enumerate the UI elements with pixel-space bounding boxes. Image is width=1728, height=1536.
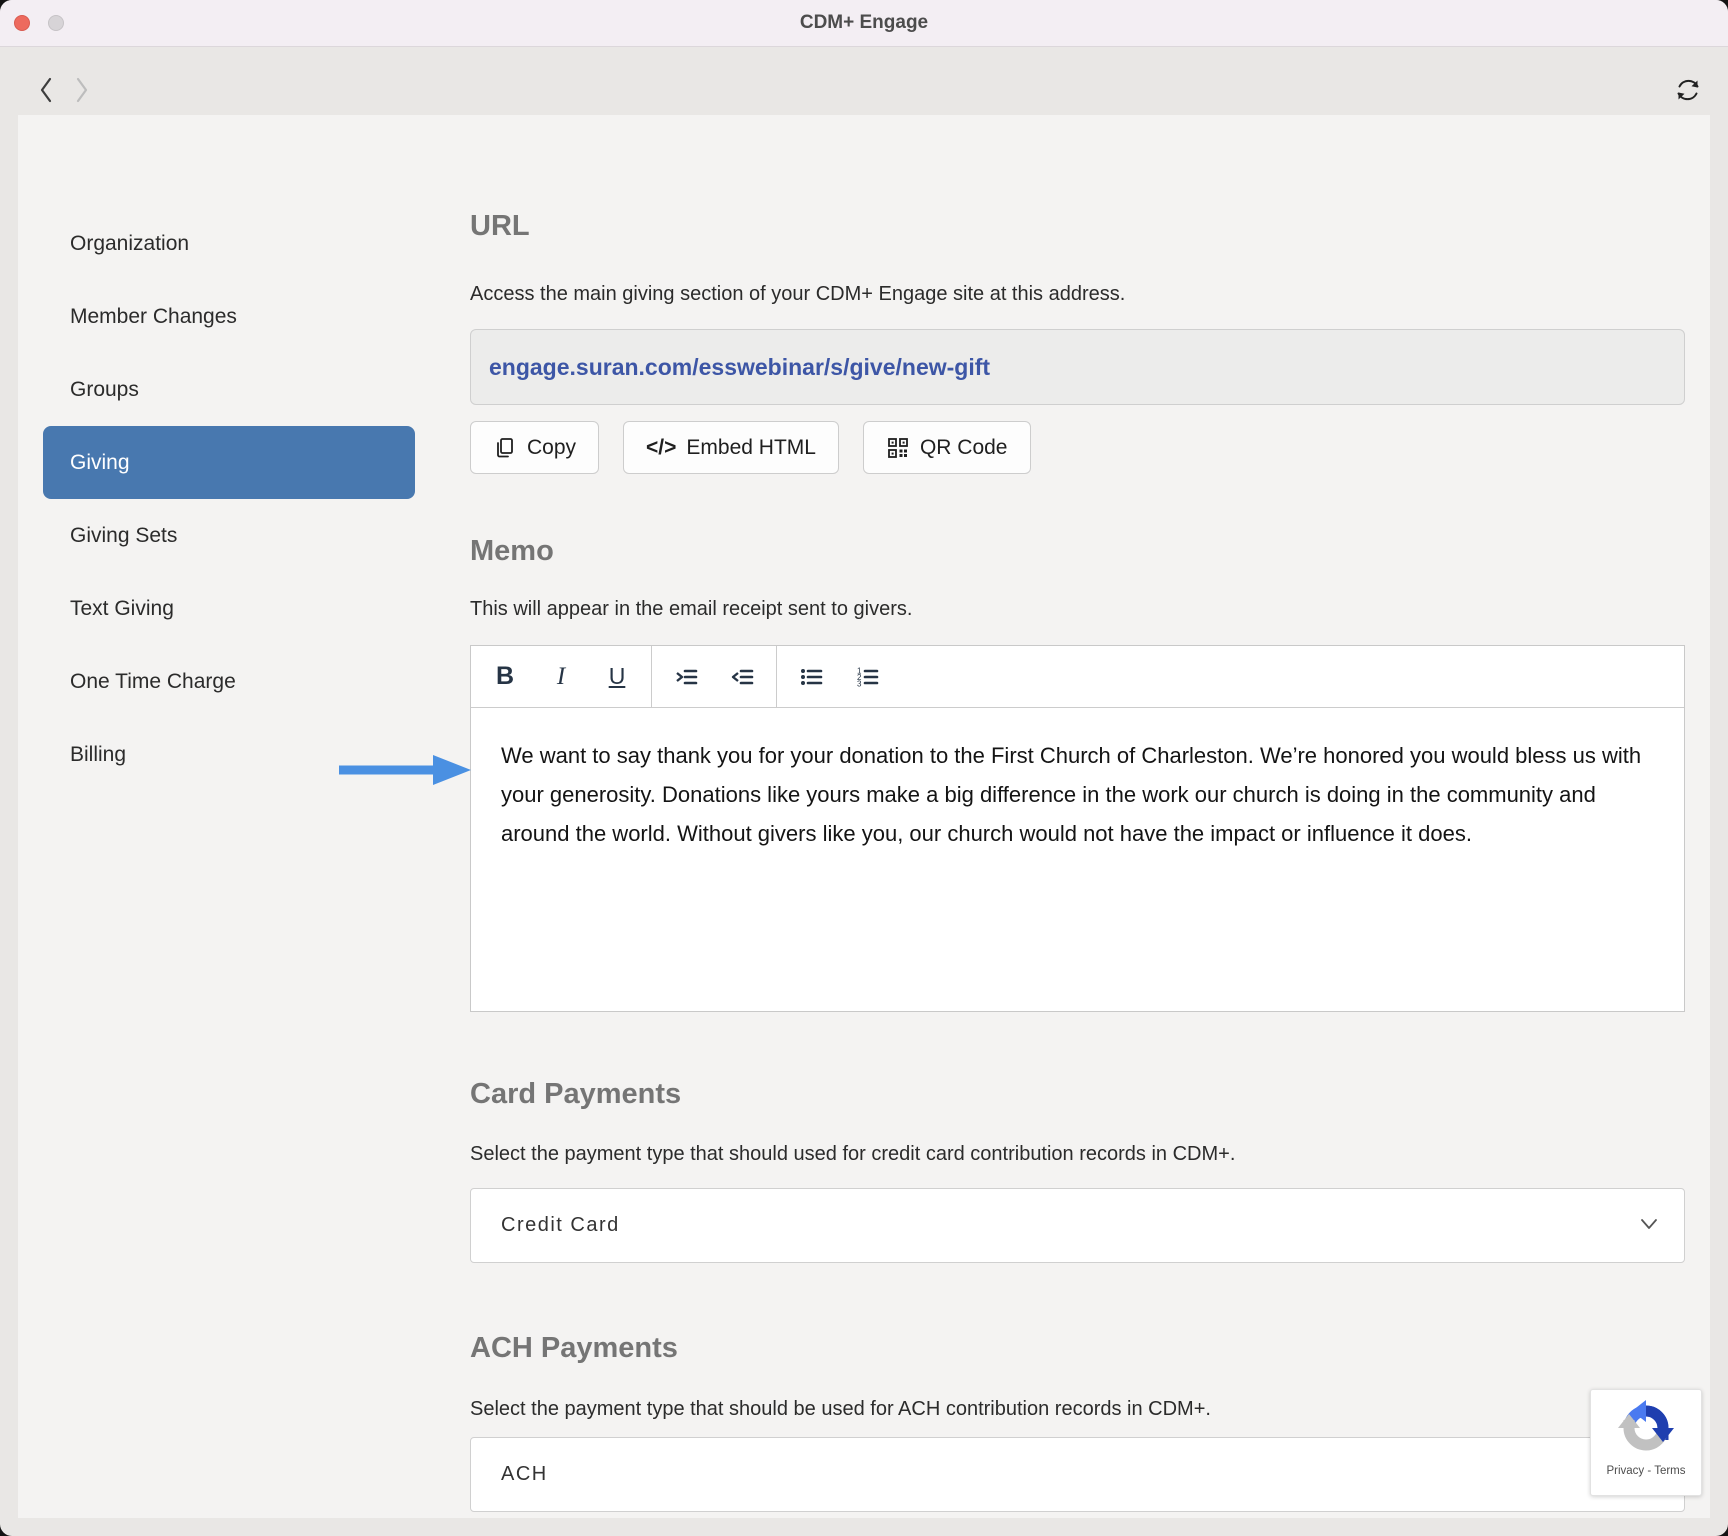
forward-icon[interactable] (74, 76, 90, 104)
outdent-button[interactable] (714, 646, 770, 707)
sidebar-item-giving-sets[interactable]: Giving Sets (43, 499, 415, 572)
recaptcha-badge[interactable]: Privacy - Terms (1590, 1389, 1702, 1496)
embed-html-button-label: Embed HTML (686, 436, 816, 460)
memo-section-description: This will appear in the email receipt se… (470, 598, 912, 621)
sidebar-item-one-time-charge[interactable]: One Time Charge (43, 645, 415, 718)
sidebar-item-member-changes[interactable]: Member Changes (43, 280, 415, 353)
window-title: CDM+ Engage (800, 12, 928, 34)
ach-payments-heading: ACH Payments (470, 1332, 678, 1365)
traffic-lights (14, 15, 64, 31)
card-payments-description: Select the payment type that should used… (470, 1143, 1235, 1166)
card-payments-heading: Card Payments (470, 1078, 681, 1111)
sidebar-item-giving[interactable]: Giving (43, 426, 415, 499)
embed-html-button[interactable]: </> Embed HTML (623, 421, 839, 474)
memo-section-heading: Memo (470, 535, 554, 568)
ach-payment-type-value: ACH (501, 1463, 548, 1486)
numbered-list-icon: 1 2 3 (854, 664, 880, 690)
recaptcha-privacy-terms[interactable]: Privacy - Terms (1606, 1465, 1685, 1477)
card-payment-type-select[interactable]: Credit Card (470, 1188, 1685, 1263)
bold-button[interactable]: B (477, 646, 533, 707)
bullet-list-icon (798, 664, 824, 690)
url-actions-row: Copy </> Embed HTML (470, 421, 1031, 474)
ach-payments-description: Select the payment type that should be u… (470, 1398, 1211, 1421)
qr-code-button-label: QR Code (920, 436, 1008, 460)
giving-url-field[interactable]: engage.suran.com/esswebinar/s/give/new-g… (470, 329, 1685, 405)
nav-toolbar (0, 48, 1728, 115)
card-payment-type-value: Credit Card (501, 1214, 620, 1237)
annotation-arrow-icon (337, 753, 473, 787)
sidebar-item-organization[interactable]: Organization (43, 207, 415, 280)
svg-text:3: 3 (857, 679, 862, 688)
underline-button[interactable]: U (589, 646, 645, 707)
app-window: CDM+ Engage Organization Member Changes … (0, 0, 1728, 1536)
sidebar-item-groups[interactable]: Groups (43, 353, 415, 426)
memo-editor-toolbar: B I U (471, 646, 1684, 708)
italic-button[interactable]: I (533, 646, 589, 707)
refresh-icon[interactable] (1672, 74, 1704, 106)
copy-icon (493, 436, 517, 460)
chevron-down-icon (1640, 1217, 1658, 1235)
bullet-list-button[interactable] (783, 646, 839, 707)
ach-payment-type-select[interactable]: ACH (470, 1437, 1685, 1512)
numbered-list-button[interactable]: 1 2 3 (839, 646, 895, 707)
recaptcha-logo-icon (1618, 1400, 1674, 1456)
url-section-heading: URL (470, 210, 530, 243)
minimize-button[interactable] (48, 15, 64, 31)
sidebar: Organization Member Changes Groups Givin… (43, 207, 415, 791)
content-panel: Organization Member Changes Groups Givin… (18, 115, 1710, 1518)
memo-text-area[interactable]: We want to say thank you for your donati… (471, 708, 1684, 853)
memo-editor: B I U (470, 645, 1685, 1012)
qr-code-icon (886, 436, 910, 460)
url-section-description: Access the main giving section of your C… (470, 283, 1125, 306)
indent-button[interactable] (658, 646, 714, 707)
copy-button[interactable]: Copy (470, 421, 599, 474)
back-icon[interactable] (38, 76, 54, 104)
sidebar-item-text-giving[interactable]: Text Giving (43, 572, 415, 645)
outdent-icon (729, 664, 755, 690)
title-bar: CDM+ Engage (0, 0, 1728, 47)
indent-icon (673, 664, 699, 690)
code-icon: </> (646, 436, 676, 460)
copy-button-label: Copy (527, 436, 576, 460)
close-button[interactable] (14, 15, 30, 31)
qr-code-button[interactable]: QR Code (863, 421, 1031, 474)
giving-url-value: engage.suran.com/esswebinar/s/give/new-g… (489, 354, 990, 381)
